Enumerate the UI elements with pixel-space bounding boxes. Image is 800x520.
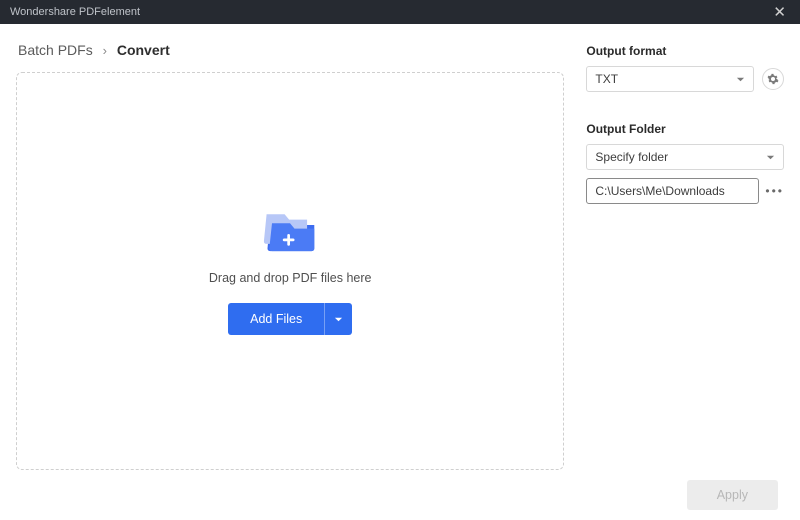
add-files-dropdown[interactable] bbox=[324, 303, 352, 335]
output-format-settings-button[interactable] bbox=[762, 68, 784, 90]
output-folder-path-input[interactable] bbox=[586, 178, 759, 204]
breadcrumb-current: Convert bbox=[117, 42, 170, 58]
chevron-down-icon bbox=[736, 75, 745, 84]
browse-folder-button[interactable]: ••• bbox=[765, 184, 784, 198]
chevron-down-icon bbox=[766, 153, 775, 162]
apply-button[interactable]: Apply bbox=[687, 480, 778, 510]
output-folder-mode-value: Specify folder bbox=[595, 150, 766, 164]
output-folder-mode-select[interactable]: Specify folder bbox=[586, 144, 784, 170]
output-format-value: TXT bbox=[595, 72, 736, 86]
app-title: Wondershare PDFelement bbox=[10, 6, 140, 18]
dropzone-hint: Drag and drop PDF files here bbox=[209, 271, 372, 285]
output-format-label: Output format bbox=[586, 44, 784, 58]
breadcrumb-root[interactable]: Batch PDFs bbox=[18, 42, 93, 58]
output-format-select[interactable]: TXT bbox=[586, 66, 754, 92]
gear-icon bbox=[767, 73, 779, 85]
footer: Apply bbox=[0, 470, 800, 520]
output-folder-label: Output Folder bbox=[586, 122, 784, 136]
content: Batch PDFs › Convert Drag and drop PDF f… bbox=[0, 24, 800, 520]
chevron-right-icon: › bbox=[103, 43, 107, 58]
folder-plus-icon bbox=[263, 207, 317, 253]
chevron-down-icon bbox=[334, 315, 343, 324]
close-icon[interactable]: ✕ bbox=[769, 3, 790, 21]
breadcrumb: Batch PDFs › Convert bbox=[16, 38, 564, 72]
titlebar: Wondershare PDFelement ✕ bbox=[0, 0, 800, 24]
file-dropzone[interactable]: Drag and drop PDF files here Add Files bbox=[16, 72, 564, 470]
add-files-button[interactable]: Add Files bbox=[228, 303, 324, 335]
